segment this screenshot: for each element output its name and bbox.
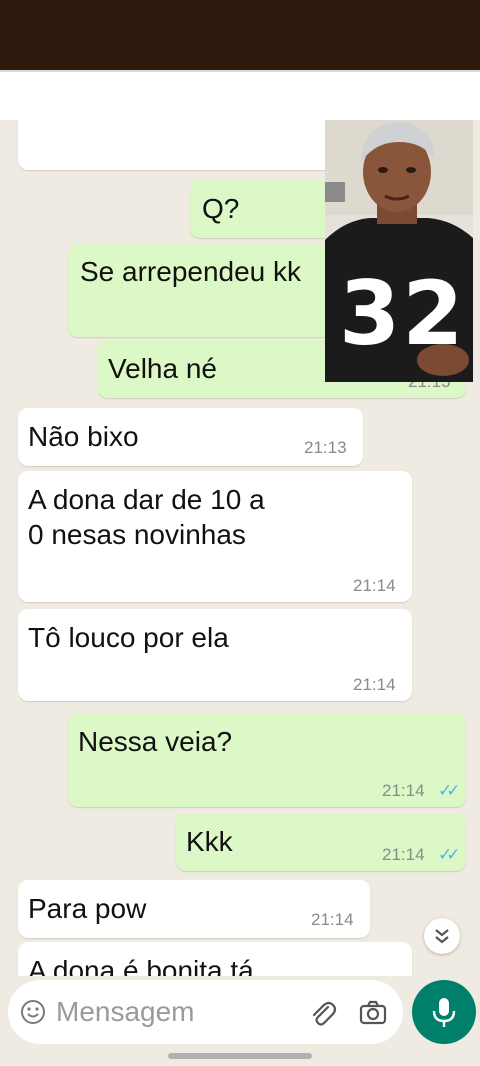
mic-icon: [432, 998, 456, 1027]
message-text: Kkk: [186, 826, 233, 857]
camera-icon[interactable]: [358, 998, 388, 1028]
message-time: 21:14: [353, 576, 396, 595]
message-time: 21:14: [353, 675, 396, 694]
message-incoming[interactable]: Para pow 21:14: [18, 880, 370, 938]
message-time: 21:14: [382, 781, 425, 800]
home-indicator[interactable]: [168, 1053, 312, 1059]
mic-button[interactable]: [412, 980, 476, 1044]
message-text: Para pow: [28, 893, 147, 924]
message-time: 21:14: [382, 845, 425, 864]
scroll-down-button[interactable]: [424, 918, 460, 954]
double-check-icon: ✓✓: [438, 781, 460, 800]
message-outgoing[interactable]: Kkk 21:14 ✓✓: [176, 813, 466, 871]
chat-header: [0, 70, 480, 122]
message-input[interactable]: Mensagem: [8, 980, 403, 1044]
message-placeholder: Mensagem: [56, 996, 195, 1027]
message-text: Tô louco por ela: [28, 622, 229, 653]
message-text: A dona é bonita tá: [28, 955, 254, 976]
message-outgoing[interactable]: Nessa veia? 21:14 ✓✓: [68, 713, 466, 807]
double-check-icon: ✓✓: [438, 845, 460, 864]
message-incoming[interactable]: Tô louco por ela 21:14: [18, 609, 412, 701]
status-bar: [0, 0, 480, 70]
message-incoming[interactable]: Não bixo 21:13: [18, 408, 363, 466]
message-incoming[interactable]: A dona é bonita tá: [18, 942, 412, 976]
message-text: Não bixo: [28, 421, 139, 452]
jersey-number: 32: [339, 262, 466, 365]
message-text: Se arrependeu kk: [80, 256, 302, 287]
message-text: .: [208, 120, 214, 130]
message-incoming[interactable]: .: [18, 120, 358, 170]
paperclip-icon[interactable]: [308, 998, 338, 1028]
video-overlay[interactable]: 32: [325, 120, 473, 382]
message-text: Velha né: [108, 353, 217, 384]
message-text: Q?: [202, 193, 240, 224]
message-text-line: 0 nesas novinhas: [28, 519, 246, 550]
message-text: Nessa veia?: [78, 726, 233, 757]
emoji-icon[interactable]: [20, 999, 46, 1025]
message-text-line: A dona dar de 10 a: [28, 484, 265, 515]
message-time: 21:14: [311, 910, 354, 929]
message-time: 21:13: [304, 438, 347, 457]
message-incoming[interactable]: A dona dar de 10 a 0 nesas novinhas 21:1…: [18, 471, 412, 602]
double-chevron-down-icon: [435, 929, 449, 944]
